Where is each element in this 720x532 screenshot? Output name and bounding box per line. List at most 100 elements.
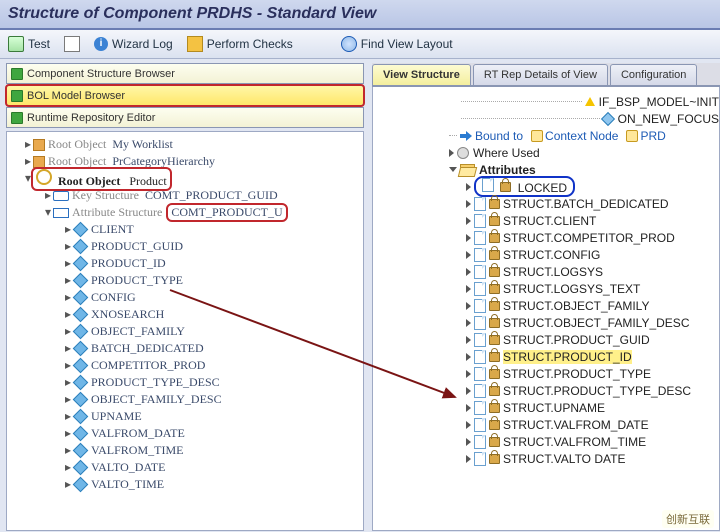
tree-attr-xnosearch[interactable]: ▸XNOSEARCH xyxy=(9,306,361,323)
attribute-icon xyxy=(73,409,89,425)
tree-attr-valto_date[interactable]: ▸VALTO_DATE xyxy=(9,459,361,476)
edit-button[interactable] xyxy=(64,36,80,52)
attribute-icon xyxy=(73,256,89,272)
tree-row[interactable]: IF_BSP_MODEL~INIT xyxy=(381,93,719,110)
tree-attr-product_type_desc[interactable]: ▸PRODUCT_TYPE_DESC xyxy=(9,374,361,391)
panel-runtime-repo[interactable]: Runtime Repository Editor xyxy=(6,107,364,128)
struct-row[interactable]: STRUCT.CONFIG xyxy=(381,246,719,263)
key-struct-val: COMT_PRODUCT_GUID xyxy=(145,188,278,203)
caret-right-icon xyxy=(466,438,471,446)
page-icon xyxy=(474,350,486,364)
caret-right-icon xyxy=(466,268,471,276)
struct-row[interactable]: STRUCT.PRODUCT_TYPE xyxy=(381,365,719,382)
page-icon xyxy=(474,435,486,449)
tree-attr-product_id[interactable]: ▸PRODUCT_ID xyxy=(9,255,361,272)
attribute-icon xyxy=(73,222,89,238)
struct-row[interactable]: STRUCT.BATCH_DEDICATED xyxy=(381,195,719,212)
page-icon xyxy=(474,367,486,381)
struct-label: STRUCT.CLIENT xyxy=(503,214,596,228)
struct-label: STRUCT.LOGSYS xyxy=(503,265,603,279)
tree-row-attr-struct[interactable]: ▾ Attribute Structure COMT_PRODUCT_U xyxy=(9,204,361,221)
window-title-text: Structure of Component PRDHS - Standard … xyxy=(8,5,376,23)
panel-bol-model[interactable]: BOL Model Browser xyxy=(6,85,364,106)
struct-row[interactable]: STRUCT.VALFROM_TIME xyxy=(381,433,719,450)
tree-attr-upname[interactable]: ▸UPNAME xyxy=(9,408,361,425)
tree-row-bound[interactable]: Bound to Context Node PRD xyxy=(381,127,719,144)
struct-row[interactable]: STRUCT.OBJECT_FAMILY xyxy=(381,297,719,314)
attribute-icon xyxy=(73,477,89,493)
tree-attr-config[interactable]: ▸CONFIG xyxy=(9,289,361,306)
struct-row[interactable]: STRUCT.CLIENT xyxy=(381,212,719,229)
tree-row-key[interactable]: ▸ Key Structure COMT_PRODUCT_GUID xyxy=(9,187,361,204)
attr-label: PRODUCT_GUID xyxy=(91,239,183,254)
struct-label: STRUCT.VALFROM_TIME xyxy=(503,435,646,449)
product-highlight: Root Object Product xyxy=(33,169,170,189)
attr-label: CONFIG xyxy=(91,290,136,305)
attr-label: VALTO_TIME xyxy=(91,477,164,492)
struct-row[interactable]: STRUCT.LOGSYS_TEXT xyxy=(381,280,719,297)
caret-right-icon xyxy=(466,370,471,378)
tree-attr-valfrom_date[interactable]: ▸VALFROM_DATE xyxy=(9,425,361,442)
folder-open-icon xyxy=(460,164,475,175)
lock-icon xyxy=(489,386,500,396)
tree-attr-product_type[interactable]: ▸PRODUCT_TYPE xyxy=(9,272,361,289)
tab-configuration[interactable]: Configuration xyxy=(610,64,697,85)
component-icon xyxy=(11,90,23,102)
if-bsp: IF_BSP_MODEL~INIT xyxy=(599,95,719,109)
attribute-icon xyxy=(73,307,89,323)
attr-label: COMPETITOR_PROD xyxy=(91,358,205,373)
diamond-icon xyxy=(601,111,615,125)
attr-label: PRODUCT_TYPE_DESC xyxy=(91,375,220,390)
perform-checks-label: Perform Checks xyxy=(207,37,293,51)
attr-label: VALFROM_DATE xyxy=(91,426,185,441)
tree-row-locked[interactable]: LOCKED xyxy=(381,178,719,195)
lock-icon xyxy=(489,352,500,362)
find-layout-button[interactable]: Find View Layout xyxy=(341,36,453,52)
struct-row[interactable]: STRUCT.PRODUCT_GUID xyxy=(381,331,719,348)
root-product: Product xyxy=(129,174,166,188)
attr-label: OBJECT_FAMILY xyxy=(91,324,185,339)
test-button[interactable]: Test xyxy=(8,36,50,52)
struct-row[interactable]: STRUCT.PRODUCT_TYPE_DESC xyxy=(381,382,719,399)
struct-row[interactable]: STRUCT.PRODUCT_ID xyxy=(381,348,719,365)
tab-view-structure[interactable]: View Structure xyxy=(372,64,471,85)
struct-row[interactable]: STRUCT.VALTO DATE xyxy=(381,450,719,467)
tree-attr-competitor_prod[interactable]: ▸COMPETITOR_PROD xyxy=(9,357,361,374)
struct-row[interactable]: STRUCT.VALFROM_DATE xyxy=(381,416,719,433)
struct-row[interactable]: STRUCT.LOGSYS xyxy=(381,263,719,280)
gear-icon xyxy=(457,147,469,159)
root-label: Root Object xyxy=(48,137,106,152)
tree-attr-client[interactable]: ▸CLIENT xyxy=(9,221,361,238)
tree-attr-valto_time[interactable]: ▸VALTO_TIME xyxy=(9,476,361,493)
panel-component-structure[interactable]: Component Structure Browser xyxy=(6,63,364,84)
struct-row[interactable]: STRUCT.UPNAME xyxy=(381,399,719,416)
tree-row-product[interactable]: ▾ Root Object Product xyxy=(9,170,361,187)
attribute-icon xyxy=(73,375,89,391)
bol-tree: ▸ Root Object My Worklist ▸ Root Object … xyxy=(6,131,364,531)
tree-attr-valfrom_time[interactable]: ▸VALFROM_TIME xyxy=(9,442,361,459)
app-window: Structure of Component PRDHS - Standard … xyxy=(0,0,720,532)
page-icon xyxy=(474,452,486,466)
tree-attr-product_guid[interactable]: ▸PRODUCT_GUID xyxy=(9,238,361,255)
caret-right-icon xyxy=(449,149,454,157)
tree-attr-object_family_desc[interactable]: ▸OBJECT_FAMILY_DESC xyxy=(9,391,361,408)
panel-label: Runtime Repository Editor xyxy=(27,109,155,127)
tree-row[interactable]: ▸ Root Object My Worklist xyxy=(9,136,361,153)
tree-row-where-used[interactable]: Where Used xyxy=(381,144,719,161)
struct-row[interactable]: STRUCT.OBJECT_FAMILY_DESC xyxy=(381,314,719,331)
wizard-log-button[interactable]: i Wizard Log xyxy=(94,37,173,51)
tree-attr-object_family[interactable]: ▸OBJECT_FAMILY xyxy=(9,323,361,340)
struct-label: STRUCT.CONFIG xyxy=(503,248,600,262)
tree-row[interactable]: ON_NEW_FOCUS xyxy=(381,110,719,127)
lock-icon xyxy=(489,403,500,413)
attr-struct-label: Attribute Structure xyxy=(72,205,162,220)
locked-highlight: LOCKED xyxy=(474,176,575,197)
attr-label: CLIENT xyxy=(91,222,134,237)
tree-attr-batch_dedicated[interactable]: ▸BATCH_DEDICATED xyxy=(9,340,361,357)
tab-rt-rep[interactable]: RT Rep Details of View xyxy=(473,64,608,85)
struct-row[interactable]: STRUCT.COMPETITOR_PROD xyxy=(381,229,719,246)
struct-icon xyxy=(53,208,69,218)
caret-down-icon xyxy=(449,167,457,172)
perform-checks-button[interactable]: Perform Checks xyxy=(187,36,293,52)
tree-row[interactable]: ▸ Root Object PrCategoryHierarchy xyxy=(9,153,361,170)
